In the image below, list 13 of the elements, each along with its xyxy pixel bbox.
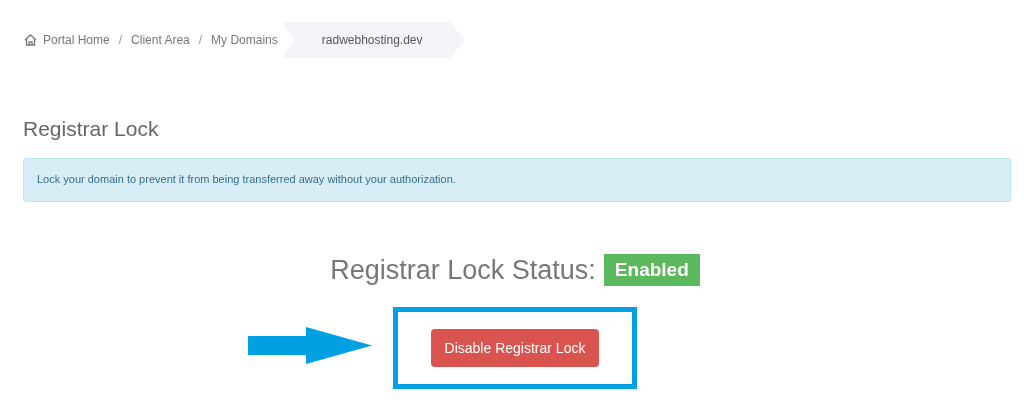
- info-alert: Lock your domain to prevent it from being transferred away without your authorization.: [23, 157, 1011, 202]
- breadcrumb-link[interactable]: Client Area: [131, 31, 190, 49]
- arrow-icon: [248, 327, 372, 364]
- status-label: Registrar Lock Status:: [330, 253, 596, 287]
- breadcrumb-separator: /: [197, 32, 204, 49]
- status-badge: Enabled: [603, 253, 700, 286]
- breadcrumb-separator: /: [117, 32, 124, 49]
- home-icon: [24, 34, 37, 46]
- breadcrumb-link[interactable]: My Domains: [211, 31, 278, 49]
- page-heading: Registrar Lock: [23, 116, 160, 142]
- breadcrumb-current[interactable]: radwebhosting.dev: [281, 22, 465, 58]
- disable-lock-button[interactable]: Disable Registrar Lock: [430, 329, 600, 367]
- breadcrumb-link[interactable]: Portal Home: [24, 31, 110, 49]
